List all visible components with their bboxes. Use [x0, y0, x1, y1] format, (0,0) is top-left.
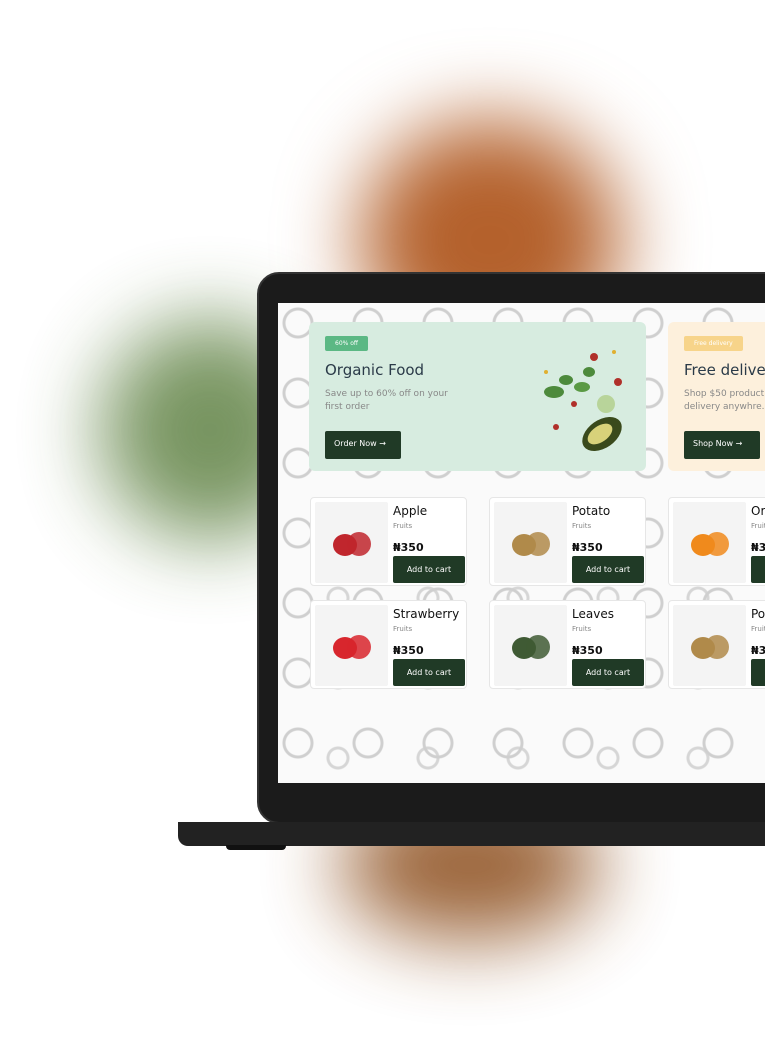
product-image [494, 605, 567, 686]
product-image [315, 605, 388, 686]
product-category: Fruits [572, 625, 592, 633]
product-price: ₦350 [572, 644, 603, 657]
product-name: Apple [393, 504, 428, 518]
laptop-foot [226, 845, 286, 850]
product-name: Potato [572, 504, 611, 518]
product-category: Fruits [572, 522, 592, 530]
add-to-cart-button[interactable]: Add to cart [751, 556, 765, 583]
product-name: Leaves [572, 607, 614, 621]
shop-now-button[interactable]: Shop Now → [684, 431, 760, 459]
product-category: Fruits [393, 522, 413, 530]
laptop-screen: 60% off Organic Food Save up to 60% off … [278, 303, 765, 783]
product-image [673, 502, 746, 583]
order-now-button[interactable]: Order Now → [325, 431, 401, 459]
product-image [673, 605, 746, 686]
product-name: Strawberry [393, 607, 460, 621]
add-to-cart-button[interactable]: Add to cart [572, 556, 644, 583]
product-card[interactable]: Apple Fruits ₦350 Add to cart [310, 497, 467, 586]
vegetables-image [544, 350, 622, 452]
product-price: ₦350 [751, 644, 765, 657]
product-price: ₦350 [572, 541, 603, 554]
banner-title: Free delivery [684, 361, 765, 379]
product-price: ₦350 [751, 541, 765, 554]
add-to-cart-button[interactable]: Add to cart [751, 659, 765, 686]
promo-banner-organic: 60% off Organic Food Save up to 60% off … [309, 322, 646, 471]
product-price: ₦350 [393, 644, 424, 657]
add-to-cart-button[interactable]: Add to cart [572, 659, 644, 686]
product-category: Fruits [751, 522, 765, 530]
banner-subtitle: Shop $50 product and get free delivery a… [684, 389, 765, 412]
arrow-right-icon: → [379, 439, 386, 448]
promo-banner-delivery: Free delivery Free delivery Shop $50 pro… [668, 322, 765, 471]
laptop-base [178, 822, 765, 846]
product-image [315, 502, 388, 583]
discount-tag: 60% off [325, 336, 369, 351]
add-to-cart-button[interactable]: Add to cart [393, 659, 465, 686]
product-card[interactable]: Strawberry Fruits ₦350 Add to cart [310, 600, 467, 689]
product-card[interactable]: Potato Fruits ₦350 Add to cart [668, 600, 765, 689]
delivery-tag: Free delivery [684, 336, 743, 351]
product-category: Fruits [393, 625, 413, 633]
product-card[interactable]: Potato Fruits ₦350 Add to cart [489, 497, 646, 586]
add-to-cart-button[interactable]: Add to cart [393, 556, 465, 583]
product-image [494, 502, 567, 583]
product-card[interactable]: Orange Fruits ₦350 Add to cart [668, 497, 765, 586]
product-category: Fruits [751, 625, 765, 633]
product-name: Orange [751, 504, 765, 518]
product-card[interactable]: Leaves Fruits ₦350 Add to cart [489, 600, 646, 689]
product-price: ₦350 [393, 541, 424, 554]
arrow-right-icon: → [735, 439, 743, 448]
product-name: Potato [751, 607, 765, 621]
banner-subtitle: Save up to 60% off on your first order [325, 389, 448, 412]
